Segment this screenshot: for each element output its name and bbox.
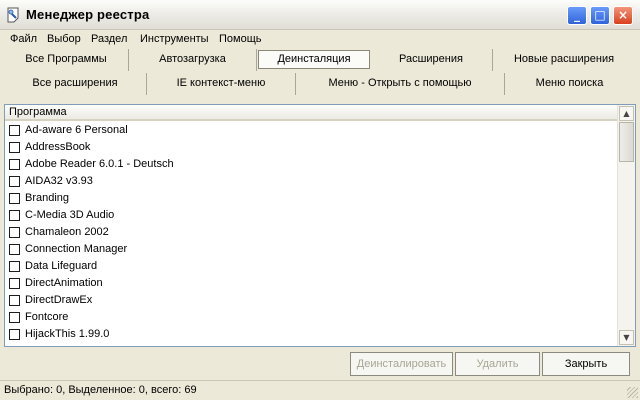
registry-manager-app-icon: [7, 7, 19, 23]
menu-section[interactable]: Раздел: [91, 33, 127, 45]
item-label: Data Lifeguard: [25, 260, 98, 272]
item-checkbox[interactable]: [9, 278, 20, 289]
list-item[interactable]: Chamaleon 2002: [5, 224, 619, 241]
tab-search-menu[interactable]: Меню поиска: [505, 73, 634, 95]
tab-all-programs[interactable]: Все Программы: [4, 49, 129, 71]
list-item[interactable]: C-Media 3D Audio: [5, 207, 619, 224]
list-item[interactable]: AIDA32 v3.93: [5, 173, 619, 190]
minimize-button[interactable]: _: [567, 6, 587, 25]
list-item[interactable]: Adobe Reader 6.0.1 - Deutsch: [5, 156, 619, 173]
tab-new-extensions[interactable]: Новые расширения: [494, 49, 634, 71]
item-checkbox[interactable]: [9, 210, 20, 221]
item-label: C-Media 3D Audio: [25, 209, 115, 221]
item-label: HijackThis 1.99.0: [25, 328, 110, 340]
minimize-icon: _: [574, 8, 580, 22]
item-checkbox[interactable]: [9, 244, 20, 255]
item-label: Ad-aware 6 Personal: [25, 124, 128, 136]
item-label: AddressBook: [25, 141, 91, 153]
tab-uninstall[interactable]: Деинсталяция: [258, 50, 370, 69]
item-checkbox[interactable]: [9, 176, 20, 187]
tab-ie-context-menu[interactable]: IE контекст-меню: [147, 73, 296, 95]
menu-file[interactable]: Файл: [10, 33, 37, 45]
item-checkbox[interactable]: [9, 125, 20, 136]
item-checkbox[interactable]: [9, 227, 20, 238]
tab-row-2: Все расширения IE контекст-меню Меню - О…: [4, 73, 634, 95]
list-item[interactable]: Fontcore: [5, 309, 619, 326]
list-item[interactable]: Connection Manager: [5, 241, 619, 258]
scroll-down-arrow-icon[interactable]: ▼: [619, 330, 634, 345]
menu-select[interactable]: Выбор: [47, 33, 81, 45]
close-button[interactable]: Закрыть: [542, 352, 630, 376]
status-bar: Выбрано: 0, Выделенное: 0, всего: 69: [0, 380, 640, 400]
list-item[interactable]: Ad-aware 6 Personal: [5, 122, 619, 139]
item-label: AIDA32 v3.93: [25, 175, 93, 187]
status-text: Выбрано: 0, Выделенное: 0, всего: 69: [4, 384, 197, 396]
maximize-icon: □: [594, 8, 606, 22]
scroll-thumb[interactable]: [619, 122, 634, 162]
tab-autostart[interactable]: Автозагрузка: [129, 49, 257, 71]
tab-row-1: Все Программы Автозагрузка Деинсталяция …: [4, 49, 634, 71]
list-item[interactable]: Branding: [5, 190, 619, 207]
list-rows: Ad-aware 6 Personal AddressBook Adobe Re…: [5, 122, 619, 343]
list-item[interactable]: AddressBook: [5, 139, 619, 156]
item-checkbox[interactable]: [9, 142, 20, 153]
title-bar: Менеджер реестра _ □ ×: [0, 0, 640, 30]
tab-open-with-menu[interactable]: Меню - Открыть с помощью: [296, 73, 505, 95]
close-icon: ×: [617, 8, 629, 22]
tab-extensions[interactable]: Расширения: [370, 49, 493, 71]
item-label: DirectAnimation: [25, 277, 103, 289]
item-checkbox[interactable]: [9, 295, 20, 306]
list-item[interactable]: DirectAnimation: [5, 275, 619, 292]
item-label: Adobe Reader 6.0.1 - Deutsch: [25, 158, 174, 170]
list-item[interactable]: Data Lifeguard: [5, 258, 619, 275]
menu-bar: Файл Выбор Раздел Инструменты Помощь: [0, 30, 640, 48]
maximize-button[interactable]: □: [590, 6, 610, 25]
item-label: Fontcore: [25, 311, 69, 323]
item-checkbox[interactable]: [9, 193, 20, 204]
item-label: Connection Manager: [25, 243, 128, 255]
program-list[interactable]: Программа Ad-aware 6 Personal AddressBoo…: [4, 104, 636, 347]
item-label: Chamaleon 2002: [25, 226, 109, 238]
list-item[interactable]: DirectDrawEx: [5, 292, 619, 309]
menu-tools[interactable]: Инструменты: [140, 33, 209, 45]
window-title: Менеджер реестра: [26, 7, 150, 22]
column-header-program[interactable]: Программа: [5, 105, 619, 121]
item-label: Branding: [25, 192, 70, 204]
item-checkbox[interactable]: [9, 329, 20, 340]
tab-all-extensions[interactable]: Все расширения: [4, 73, 147, 95]
item-checkbox[interactable]: [9, 159, 20, 170]
vertical-scrollbar[interactable]: ▲ ▼: [617, 105, 635, 346]
delete-button[interactable]: Удалить: [455, 352, 540, 376]
list-item[interactable]: HijackThis 1.99.0: [5, 326, 619, 343]
resize-grip-icon[interactable]: [627, 387, 638, 398]
item-checkbox[interactable]: [9, 261, 20, 272]
close-window-button[interactable]: ×: [613, 6, 633, 25]
item-label: DirectDrawEx: [25, 294, 93, 306]
item-checkbox[interactable]: [9, 312, 20, 323]
menu-help[interactable]: Помощь: [219, 33, 262, 45]
scroll-up-arrow-icon[interactable]: ▲: [619, 106, 634, 121]
uninstall-button[interactable]: Деинсталировать: [350, 352, 453, 376]
